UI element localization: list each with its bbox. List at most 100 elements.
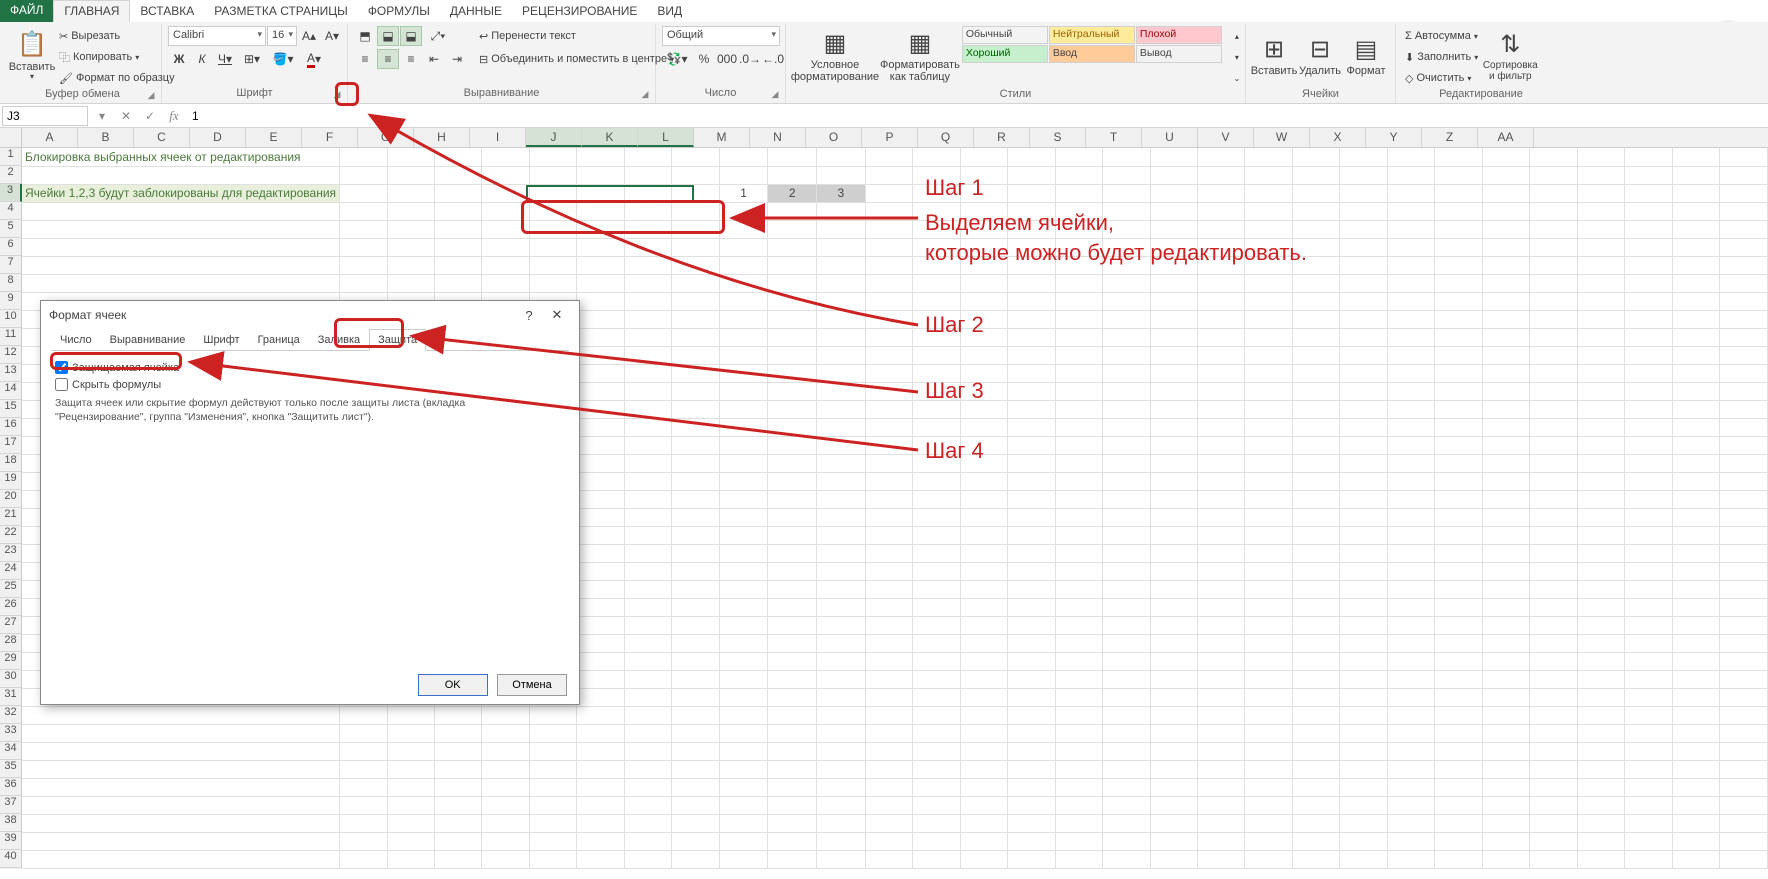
hidden-label[interactable]: Скрыть формулы: [72, 379, 161, 391]
cell[interactable]: [768, 292, 817, 310]
cell[interactable]: [960, 850, 1007, 868]
cell[interactable]: [817, 598, 866, 616]
cell[interactable]: [1530, 238, 1577, 256]
cell[interactable]: [1530, 778, 1577, 796]
cell[interactable]: [1198, 418, 1245, 436]
cell[interactable]: [1198, 490, 1245, 508]
cut-button[interactable]: ✂Вырезать: [56, 26, 178, 46]
cell[interactable]: [387, 742, 434, 760]
cell[interactable]: [768, 364, 817, 382]
cell[interactable]: [1435, 724, 1482, 742]
cell[interactable]: [768, 670, 817, 688]
cell[interactable]: [1198, 634, 1245, 652]
cell[interactable]: [1720, 670, 1768, 688]
cell[interactable]: [577, 382, 624, 400]
cell[interactable]: [1055, 760, 1102, 778]
cell[interactable]: [960, 508, 1007, 526]
cell[interactable]: [624, 706, 671, 724]
decrease-indent-button[interactable]: ⇤: [423, 49, 445, 69]
cell[interactable]: [1292, 418, 1339, 436]
cell[interactable]: [482, 166, 529, 184]
cell[interactable]: [624, 832, 671, 850]
cell[interactable]: [865, 634, 912, 652]
cell[interactable]: [1435, 436, 1482, 454]
cell[interactable]: [1008, 706, 1055, 724]
cell[interactable]: [1008, 616, 1055, 634]
cell[interactable]: [1577, 526, 1624, 544]
cell[interactable]: [1340, 202, 1387, 220]
cell[interactable]: [672, 202, 719, 220]
cell[interactable]: [960, 598, 1007, 616]
cell[interactable]: [1103, 688, 1150, 706]
cell[interactable]: [1482, 166, 1529, 184]
cell[interactable]: [529, 760, 576, 778]
cell[interactable]: [1340, 742, 1387, 760]
cell[interactable]: [1482, 256, 1529, 274]
cell[interactable]: [1292, 778, 1339, 796]
cell[interactable]: [1625, 310, 1672, 328]
cell[interactable]: [817, 670, 866, 688]
cell[interactable]: 3: [817, 184, 866, 202]
cell[interactable]: [1150, 580, 1197, 598]
cell[interactable]: [1577, 688, 1624, 706]
cell[interactable]: [768, 220, 817, 238]
row-header[interactable]: 24: [0, 562, 22, 580]
cell[interactable]: [387, 238, 434, 256]
cell[interactable]: [1720, 580, 1768, 598]
cell[interactable]: [1292, 436, 1339, 454]
formula-input[interactable]: [186, 107, 1768, 125]
cell[interactable]: [624, 652, 671, 670]
cell[interactable]: [913, 616, 960, 634]
cell[interactable]: [340, 724, 387, 742]
cell[interactable]: [719, 274, 768, 292]
cell[interactable]: [1150, 598, 1197, 616]
cell[interactable]: [1625, 328, 1672, 346]
cell[interactable]: [1340, 688, 1387, 706]
cell[interactable]: [865, 274, 912, 292]
comma-button[interactable]: 000: [716, 49, 738, 69]
cell[interactable]: [1198, 328, 1245, 346]
underline-button[interactable]: Ч▾: [214, 49, 236, 69]
cell[interactable]: [1577, 814, 1624, 832]
cell[interactable]: [1625, 526, 1672, 544]
cell[interactable]: [1577, 544, 1624, 562]
cell[interactable]: [577, 832, 624, 850]
cell[interactable]: [1672, 382, 1719, 400]
cell[interactable]: [1720, 328, 1768, 346]
cell[interactable]: [1198, 382, 1245, 400]
cell[interactable]: [817, 220, 866, 238]
cell[interactable]: [1625, 220, 1672, 238]
cell[interactable]: [960, 742, 1007, 760]
cell[interactable]: [1387, 832, 1434, 850]
cell[interactable]: [1720, 454, 1768, 472]
cell[interactable]: [913, 184, 960, 202]
cell[interactable]: [1055, 598, 1102, 616]
cell[interactable]: [1530, 580, 1577, 598]
cell[interactable]: [817, 346, 866, 364]
cell[interactable]: [1245, 148, 1292, 166]
cell[interactable]: [1055, 562, 1102, 580]
cell[interactable]: [1340, 490, 1387, 508]
row-header[interactable]: 11: [0, 328, 22, 346]
cell[interactable]: [577, 310, 624, 328]
cell[interactable]: [672, 436, 719, 454]
col-header[interactable]: C: [134, 128, 190, 147]
cell[interactable]: 2: [768, 184, 817, 202]
cell[interactable]: [1720, 508, 1768, 526]
cell[interactable]: [1672, 220, 1719, 238]
cell[interactable]: [1245, 472, 1292, 490]
cell[interactable]: [1103, 202, 1150, 220]
cell[interactable]: [577, 166, 624, 184]
cell[interactable]: [1672, 256, 1719, 274]
cell[interactable]: [1435, 382, 1482, 400]
cell[interactable]: [719, 742, 768, 760]
cell[interactable]: [817, 724, 866, 742]
cell[interactable]: [1150, 166, 1197, 184]
cell[interactable]: [624, 544, 671, 562]
cell[interactable]: [1340, 508, 1387, 526]
cell[interactable]: [1340, 472, 1387, 490]
cell[interactable]: [913, 148, 960, 166]
cell[interactable]: [1245, 508, 1292, 526]
row-header[interactable]: 36: [0, 778, 22, 796]
cell[interactable]: [719, 580, 768, 598]
